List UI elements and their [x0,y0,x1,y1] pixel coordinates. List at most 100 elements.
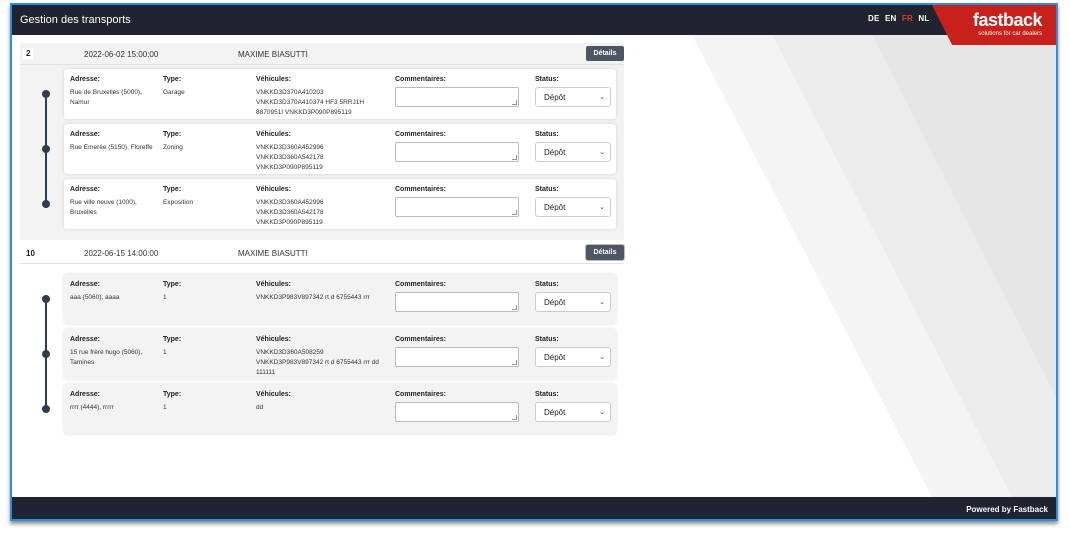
comments-label: Commentaires: [395,186,446,193]
transport-driver: MAXIME BIASUTTI [238,50,308,59]
vehicles-value: VNKKD3D370A410203 VNKKD3D370A410374 HF3 … [256,89,365,116]
timeline-dot [42,90,50,98]
app-window: Gestion des transports DE EN FR NL fastb… [10,3,1058,521]
status-select[interactable]: Dépôt ⌄ [535,402,611,422]
type-value: 1 [163,349,167,356]
comment-textarea[interactable] [395,347,519,367]
lang-en[interactable]: EN [885,14,897,23]
logo-name: fastback [972,10,1043,30]
vehicles-label: Véhicules: [256,131,292,138]
status-value: Dépôt [544,408,566,417]
comments-label: Commentaires: [395,391,446,398]
comment-textarea[interactable] [395,402,519,422]
lang-nl[interactable]: NL [918,14,929,23]
type-value: 1 [163,404,167,411]
comments-label: Commentaires: [395,336,446,343]
stop-card: Adresse: Type: Véhicules: Commentaires: … [42,124,616,174]
vehicles-label: Véhicules: [256,336,292,343]
comment-textarea[interactable] [395,197,519,217]
status-select[interactable]: Dépôt ⌄ [535,197,611,217]
address-value: Rue ville neuve (1000), Bruxelles [70,199,137,216]
status-value: Dépôt [544,353,566,362]
logo-tagline: solutions for car dealers [978,31,1042,37]
comments-label: Commentaires: [395,131,446,138]
transport-header: 10 2022-06-15 14:00:00 MAXIME BIASUTTI D… [20,242,624,264]
transport-stops: Adresse: Type: Véhicules: Commentaires: … [20,65,624,240]
type-label: Type: [163,186,182,193]
status-select[interactable]: Dépôt ⌄ [535,142,611,162]
address-label: Adresse: [70,76,100,83]
type-label: Type: [163,391,182,398]
chevron-down-icon: ⌄ [599,94,605,101]
status-select[interactable]: Dépôt ⌄ [535,347,611,367]
comments-label: Commentaires: [395,76,446,83]
address-label: Adresse: [70,281,100,288]
vehicles-value: VNKKD3D360A452996 VNKKD3D360A542178 VNKK… [256,144,324,171]
chevron-down-icon: ⌄ [599,299,605,306]
comment-textarea[interactable] [395,292,519,312]
status-select[interactable]: Dépôt ⌄ [535,87,611,107]
stop-card: Adresse: Type: Véhicules: Commentaires: … [42,179,616,229]
chevron-down-icon: ⌄ [599,409,605,416]
transport-stops: Adresse: Type: Véhicules: Commentaires: … [20,264,624,445]
address-value: rrrr (4444), rrrrr [70,404,114,411]
status-label: Status: [535,336,559,343]
vehicles-label: Véhicules: [256,391,292,398]
timeline-dot [42,295,50,303]
comments-label: Commentaires: [395,281,446,288]
chevron-down-icon: ⌄ [599,354,605,361]
status-label: Status: [535,131,559,138]
type-label: Type: [163,281,182,288]
vehicles-value: VNKKD3D360A508259 VNKKD3P983V897342 rt d… [256,349,379,376]
page-title: Gestion des transports [20,14,131,26]
transport-list: 2 2022-06-02 15:00:00 MAXIME BIASUTTI Dé… [20,43,624,445]
timeline-dot [42,145,50,153]
details-button[interactable]: Détails [586,245,624,260]
address-label: Adresse: [70,186,100,193]
timeline-dot [42,405,50,413]
vehicles-label: Véhicules: [256,76,292,83]
status-select[interactable]: Dépôt ⌄ [535,292,611,312]
stop-card: Adresse: Type: Véhicules: Commentaires: … [42,384,616,434]
chevron-down-icon: ⌄ [599,149,605,156]
status-label: Status: [535,76,559,83]
transport-number: 2 [23,48,34,59]
type-label: Type: [163,131,182,138]
language-switcher: DE EN FR NL [868,14,933,23]
status-label: Status: [535,186,559,193]
type-value: Zoning [163,144,183,151]
vehicles-value: VNKKD3P983V897342 rt d 6755443 rrr [256,294,370,301]
type-value: Exposition [163,199,193,206]
comment-textarea[interactable] [395,87,519,107]
fastback-logo: fastback solutions for car dealers [932,5,1056,45]
status-label: Status: [535,391,559,398]
timeline-line [45,98,47,208]
vehicles-label: Véhicules: [256,186,292,193]
address-value: 15 rue frère hugo (5060), Tamines [70,349,143,366]
transport-date: 2022-06-02 15:00:00 [84,50,159,59]
details-button[interactable]: Détails [586,46,624,61]
stop-card: Adresse: Type: Véhicules: Commentaires: … [42,329,616,379]
lang-fr[interactable]: FR [902,14,913,23]
address-value: Rue de Bruxelles (5000), Namur [70,89,142,106]
chevron-down-icon: ⌄ [599,204,605,211]
address-value: Rue Emerée (5150), Floreffe [70,144,153,151]
stop-card: Adresse: Type: Véhicules: Commentaires: … [42,69,616,119]
status-value: Dépôt [544,203,566,212]
transport-driver: MAXIME BIASUTTI [238,249,308,258]
comment-textarea[interactable] [395,142,519,162]
powered-by-text: Powered by Fastback [966,505,1048,514]
type-label: Type: [163,336,182,343]
status-value: Dépôt [544,93,566,102]
address-value: aaa (5060), aaaa [70,294,120,301]
type-label: Type: [163,76,182,83]
transport-date: 2022-06-15 14:00:00 [84,249,159,258]
transport-header: 2 2022-06-02 15:00:00 MAXIME BIASUTTI Dé… [20,43,624,65]
transport-number: 10 [26,249,35,258]
vehicles-label: Véhicules: [256,281,292,288]
status-label: Status: [535,281,559,288]
type-value: 1 [163,294,167,301]
timeline-dot [42,350,50,358]
lang-de[interactable]: DE [868,14,880,23]
app-footer: Powered by Fastback [12,497,1056,519]
